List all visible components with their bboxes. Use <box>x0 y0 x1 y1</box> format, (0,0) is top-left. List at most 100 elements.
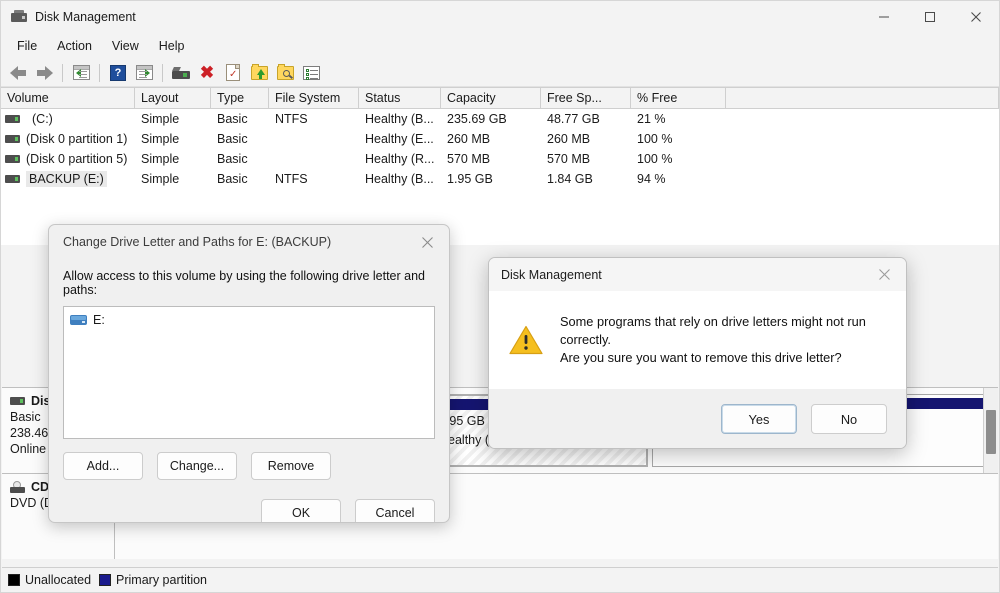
volume-cell: BACKUP (E:) <box>1 169 135 189</box>
spacer-cell <box>726 109 999 129</box>
table-row[interactable]: (Disk 0 partition 1) Simple Basic Health… <box>1 129 999 149</box>
volume-label: (Disk 0 partition 1) <box>26 132 127 146</box>
back-arrow-icon[interactable] <box>6 61 30 85</box>
menu-item-help[interactable]: Help <box>149 36 195 56</box>
properties-list-icon[interactable] <box>299 61 323 85</box>
layout-cell: Simple <box>135 169 211 189</box>
file-system-cell: NTFS <box>269 169 359 189</box>
column-header-volume[interactable]: Volume <box>1 88 135 108</box>
free-space-cell: 570 MB <box>541 149 631 169</box>
menu-item-file[interactable]: File <box>7 36 47 56</box>
disk-properties-icon[interactable] <box>169 61 193 85</box>
toolbar-separator <box>162 64 163 82</box>
warning-message: Some programs that rely on drive letters… <box>560 313 886 367</box>
rescan-disks-icon[interactable]: ✓ <box>221 61 245 85</box>
toolbar-separator <box>62 64 63 82</box>
disk-icon <box>11 9 27 25</box>
dialog-prompt: Allow access to this volume by using the… <box>63 269 435 297</box>
show-hide-console-tree-icon[interactable] <box>69 61 93 85</box>
legend-label-primary-partition: Primary partition <box>116 573 207 587</box>
percent-free-cell: 21 % <box>631 109 726 129</box>
capacity-cell: 235.69 GB <box>441 109 541 129</box>
forward-arrow-icon[interactable] <box>32 61 56 85</box>
volume-cell: (Disk 0 partition 1) <box>1 129 135 149</box>
type-cell: Basic <box>211 149 269 169</box>
volume-icon <box>5 175 20 183</box>
volume-list-header: Volume Layout Type File System Status Ca… <box>1 87 999 109</box>
warning-dialog-title: Disk Management <box>489 268 602 282</box>
file-system-cell <box>269 129 359 149</box>
dialog-title: Change Drive Letter and Paths for E: (BA… <box>49 235 331 249</box>
menu-bar: File Action View Help <box>1 33 999 59</box>
column-header-file-system[interactable]: File System <box>269 88 359 108</box>
column-header-capacity[interactable]: Capacity <box>441 88 541 108</box>
volume-icon <box>5 155 20 163</box>
status-cell: Healthy (B... <box>359 169 441 189</box>
column-header-status[interactable]: Status <box>359 88 441 108</box>
disk-management-warning-dialog: Disk Management Some programs that rely … <box>488 257 907 449</box>
minimize-button[interactable] <box>861 1 907 33</box>
cdrom-icon <box>10 481 25 493</box>
legend-swatch-unallocated <box>8 574 20 586</box>
status-cell: Healthy (B... <box>359 109 441 129</box>
volume-cell: (Disk 0 partition 5) <box>1 149 135 169</box>
disk-management-window: Disk Management File Action View Help <box>0 0 1000 593</box>
table-row[interactable]: BACKUP (E:) Simple Basic NTFS Healthy (B… <box>1 169 999 189</box>
drive-paths-listbox[interactable]: E: <box>63 306 435 439</box>
menu-item-action[interactable]: Action <box>47 36 102 56</box>
volume-cell: (C:) <box>1 109 135 129</box>
no-button[interactable]: No <box>811 404 887 434</box>
column-header-type[interactable]: Type <box>211 88 269 108</box>
column-header-percent-free[interactable]: % Free <box>631 88 726 108</box>
spacer-cell <box>726 149 999 169</box>
dialog-titlebar: Change Drive Letter and Paths for E: (BA… <box>49 225 449 259</box>
layout-cell: Simple <box>135 129 211 149</box>
volume-label: BACKUP (E:) <box>26 171 107 187</box>
close-icon[interactable] <box>862 258 906 291</box>
column-header-free-space[interactable]: Free Sp... <box>541 88 631 108</box>
free-space-cell: 1.84 GB <box>541 169 631 189</box>
yes-button[interactable]: Yes <box>721 404 797 434</box>
change-drive-letter-dialog: Change Drive Letter and Paths for E: (BA… <box>48 224 450 523</box>
type-cell: Basic <box>211 129 269 149</box>
column-header-spacer[interactable] <box>726 88 999 108</box>
remove-button[interactable]: Remove <box>251 452 331 480</box>
list-item[interactable]: E: <box>68 312 430 328</box>
dialog-footer-buttons: OK Cancel <box>63 499 435 523</box>
help-icon[interactable]: ? <box>106 61 130 85</box>
add-button[interactable]: Add... <box>63 452 143 480</box>
warning-dialog-body: Some programs that rely on drive letters… <box>489 291 906 389</box>
dialog-body: Allow access to this volume by using the… <box>49 259 449 523</box>
table-row[interactable]: (C:) Simple Basic NTFS Healthy (B... 235… <box>1 109 999 129</box>
delete-icon[interactable]: ✖ <box>195 61 219 85</box>
window-controls <box>861 1 999 33</box>
drive-icon <box>70 315 87 325</box>
list-item-label: E: <box>93 313 105 327</box>
close-icon[interactable] <box>405 225 449 259</box>
folder-up-icon[interactable] <box>247 61 271 85</box>
column-header-layout[interactable]: Layout <box>135 88 211 108</box>
toolbar-separator <box>99 64 100 82</box>
show-hide-action-pane-icon[interactable] <box>132 61 156 85</box>
maximize-button[interactable] <box>907 1 953 33</box>
legend-label-unallocated: Unallocated <box>25 573 91 587</box>
close-button[interactable] <box>953 1 999 33</box>
legend-item-primary-partition: Primary partition <box>99 573 207 587</box>
legend-swatch-primary-partition <box>99 574 111 586</box>
scrollbar-thumb[interactable] <box>986 410 996 454</box>
change-button[interactable]: Change... <box>157 452 237 480</box>
folder-search-icon[interactable] <box>273 61 297 85</box>
file-system-cell <box>269 149 359 169</box>
table-row[interactable]: (Disk 0 partition 5) Simple Basic Health… <box>1 149 999 169</box>
volume-label: (Disk 0 partition 5) <box>26 152 127 166</box>
menu-item-view[interactable]: View <box>102 36 149 56</box>
disk-pane-scrollbar[interactable] <box>983 388 998 473</box>
volume-list: Volume Layout Type File System Status Ca… <box>1 87 999 245</box>
layout-cell: Simple <box>135 149 211 169</box>
ok-button[interactable]: OK <box>261 499 341 523</box>
percent-free-cell: 100 % <box>631 129 726 149</box>
status-cell: Healthy (E... <box>359 129 441 149</box>
disk-icon <box>10 397 25 405</box>
toolbar: ? ✖ ✓ <box>1 59 999 87</box>
cancel-button[interactable]: Cancel <box>355 499 435 523</box>
